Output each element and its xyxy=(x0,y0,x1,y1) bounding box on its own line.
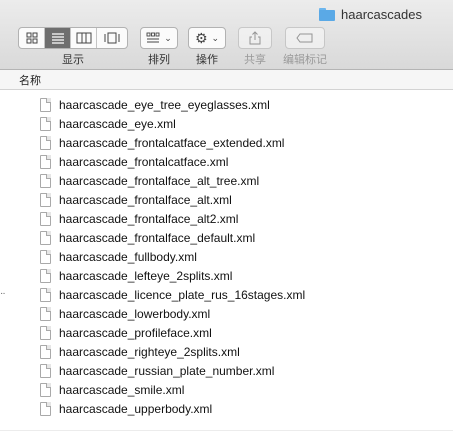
edit-tags-caption: 编辑标记 xyxy=(283,54,327,66)
list-item[interactable]: haarcascade_lefteye_2splits.xml xyxy=(0,266,453,285)
window-title-text: haarcascades xyxy=(341,6,422,22)
edit-tags-button[interactable] xyxy=(285,27,325,49)
list-item[interactable]: haarcascade_frontalcatface_extended.xml xyxy=(0,133,453,152)
cover-flow-view-button[interactable] xyxy=(97,28,127,48)
document-icon xyxy=(40,135,51,150)
document-icon xyxy=(40,154,51,169)
document-icon xyxy=(40,287,51,302)
document-icon xyxy=(40,325,51,340)
arrange-caption: 排列 xyxy=(148,54,170,66)
action-caption: 操作 xyxy=(196,54,218,66)
chevron-down-icon: ⌄ xyxy=(164,32,172,43)
chevron-down-icon: ⌄ xyxy=(211,32,220,43)
icon-view-button[interactable] xyxy=(19,28,45,48)
divider xyxy=(0,430,453,431)
name-column-label: 名称 xyxy=(19,74,41,87)
document-icon xyxy=(40,249,51,264)
document-icon xyxy=(40,116,51,131)
list-item[interactable]: haarcascade_licence_plate_rus_16stages.x… xyxy=(0,285,453,304)
document-icon xyxy=(40,306,51,321)
file-name: haarcascade_lefteye_2splits.xml xyxy=(59,268,233,283)
window-title: haarcascades xyxy=(319,6,422,22)
file-name: haarcascade_licence_plate_rus_16stages.x… xyxy=(59,287,306,302)
file-name: haarcascade_frontalcatface_extended.xml xyxy=(59,135,285,150)
share-caption: 共享 xyxy=(244,54,266,66)
share-button[interactable] xyxy=(238,27,272,49)
file-name: haarcascade_russian_plate_number.xml xyxy=(59,363,275,378)
file-name: haarcascade_frontalface_alt2.xml xyxy=(59,211,239,226)
list-item[interactable]: haarcascade_righteye_2splits.xml xyxy=(0,342,453,361)
file-name: haarcascade_profileface.xml xyxy=(59,325,212,340)
list-item[interactable]: haarcascade_upperbody.xml xyxy=(0,399,453,418)
action-button[interactable]: ⚙ ⌄ xyxy=(188,27,226,49)
file-name: haarcascade_smile.xml xyxy=(59,382,185,397)
file-name: haarcascade_frontalface_alt.xml xyxy=(59,192,232,207)
list-item[interactable]: haarcascade_frontalface_alt.xml xyxy=(0,190,453,209)
file-list: haarcascade_eye_tree_eyeglasses.xml haar… xyxy=(0,95,453,418)
toolbar: haarcascades 显示 ⌄ 排列 ⚙ ⌄ 操作 共享 编辑标记 xyxy=(0,0,453,70)
file-name: haarcascade_fullbody.xml xyxy=(59,249,197,264)
file-name: haarcascade_righteye_2splits.xml xyxy=(59,344,240,359)
file-name: haarcascade_eye.xml xyxy=(59,116,176,131)
share-icon xyxy=(249,31,261,45)
document-icon xyxy=(40,268,51,283)
sidebar-resize-handle[interactable]: ·· xyxy=(0,288,6,299)
list-item[interactable]: haarcascade_lowerbody.xml xyxy=(0,304,453,323)
columns-icon xyxy=(76,32,91,44)
document-icon xyxy=(40,211,51,226)
document-icon xyxy=(40,230,51,245)
list-item[interactable]: haarcascade_profileface.xml xyxy=(0,323,453,342)
document-icon xyxy=(40,363,51,378)
list-item[interactable]: haarcascade_frontalcatface.xml xyxy=(0,152,453,171)
file-name: haarcascade_frontalface_default.xml xyxy=(59,230,256,245)
view-caption: 显示 xyxy=(62,54,84,66)
list-item[interactable]: haarcascade_frontalface_alt2.xml xyxy=(0,209,453,228)
tag-icon xyxy=(296,33,313,43)
list-item[interactable]: haarcascade_russian_plate_number.xml xyxy=(0,361,453,380)
view-mode-segmented-control xyxy=(18,27,128,49)
document-icon xyxy=(40,344,51,359)
list-view-button[interactable] xyxy=(45,28,71,48)
document-icon xyxy=(40,382,51,397)
file-name: haarcascade_lowerbody.xml xyxy=(59,306,211,321)
name-column-header[interactable]: 名称 xyxy=(0,70,453,90)
list-item[interactable]: haarcascade_eye.xml xyxy=(0,114,453,133)
document-icon xyxy=(40,97,51,112)
document-icon xyxy=(40,401,51,416)
list-icon xyxy=(51,33,64,44)
column-view-button[interactable] xyxy=(71,28,97,48)
arrange-grid-icon xyxy=(146,32,160,43)
list-item[interactable]: haarcascade_fullbody.xml xyxy=(0,247,453,266)
arrange-button[interactable]: ⌄ xyxy=(140,27,178,49)
file-name: haarcascade_eye_tree_eyeglasses.xml xyxy=(59,97,270,112)
file-name: haarcascade_frontalface_alt_tree.xml xyxy=(59,173,260,188)
gear-icon: ⚙ xyxy=(194,30,208,46)
document-icon xyxy=(40,192,51,207)
grid-icon xyxy=(26,32,37,44)
file-name: haarcascade_upperbody.xml xyxy=(59,401,213,416)
list-item[interactable]: haarcascade_eye_tree_eyeglasses.xml xyxy=(0,95,453,114)
folder-icon xyxy=(319,7,335,21)
cover-flow-icon xyxy=(104,32,120,44)
list-item[interactable]: haarcascade_frontalface_default.xml xyxy=(0,228,453,247)
document-icon xyxy=(40,173,51,188)
file-name: haarcascade_frontalcatface.xml xyxy=(59,154,229,169)
list-item[interactable]: haarcascade_frontalface_alt_tree.xml xyxy=(0,171,453,190)
list-item[interactable]: haarcascade_smile.xml xyxy=(0,380,453,399)
